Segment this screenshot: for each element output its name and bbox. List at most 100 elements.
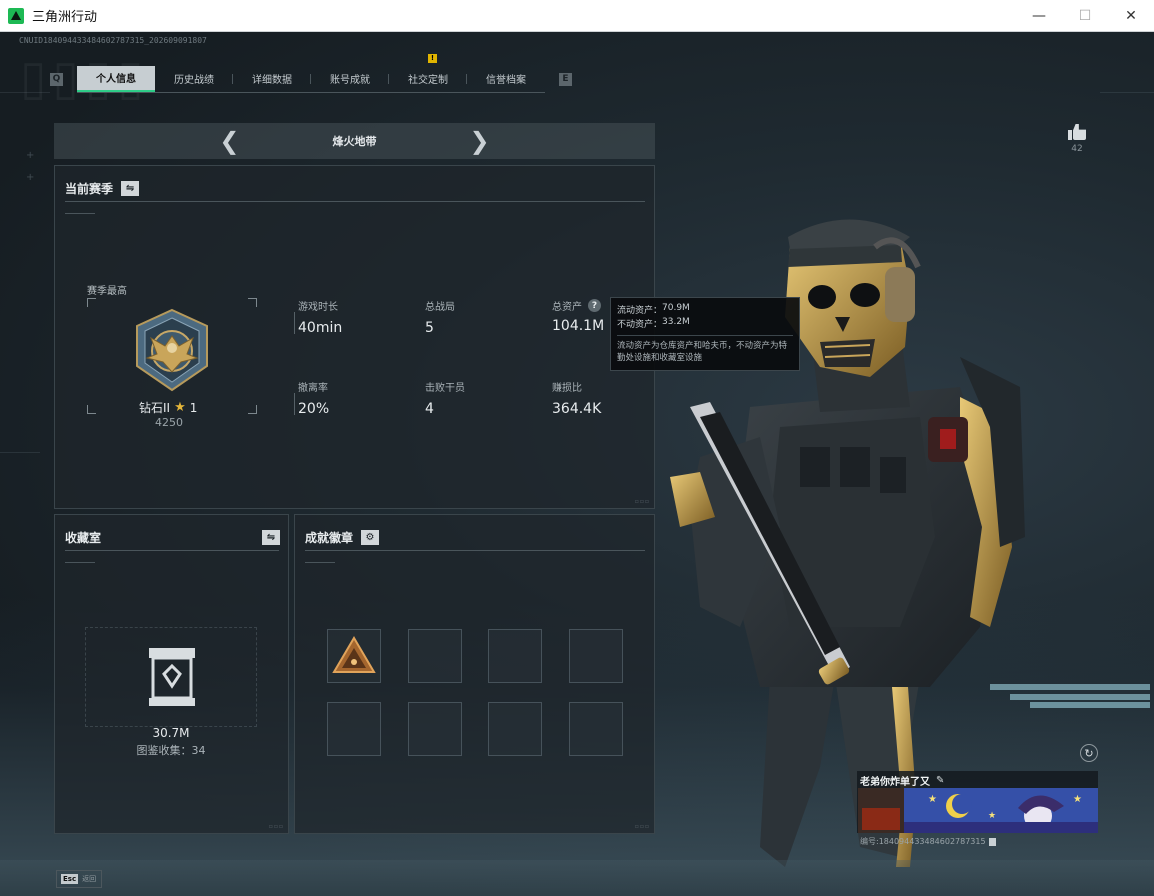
- badge-slot[interactable]: [327, 702, 381, 756]
- stat-label: 总战局: [425, 302, 455, 313]
- stat-value: 20%: [298, 401, 330, 417]
- badge-slot[interactable]: [408, 629, 462, 683]
- badges-panel-title: 成就徽章: [305, 531, 354, 545]
- deco-line: [1100, 92, 1154, 93]
- stat-label: 总资产: [552, 302, 582, 313]
- notification-badge: !: [428, 53, 437, 63]
- panel-subline: [65, 562, 95, 563]
- maximize-button[interactable]: ☐: [1062, 0, 1108, 32]
- edit-pencil-icon[interactable]: ✎: [936, 775, 944, 786]
- tab-list: 个人信息 历史战绩 详细数据 账号成就 ! 社交定制 信誉档案: [77, 53, 545, 93]
- deco-line: [0, 92, 50, 93]
- deco-cross: +: [26, 150, 35, 161]
- stat-total-matches: 总战局 5: [425, 298, 455, 336]
- tab-reputation[interactable]: 信誉档案: [467, 66, 545, 92]
- deco-cross: +: [26, 172, 35, 183]
- tab-label: 账号成就: [330, 75, 370, 86]
- player-name-card[interactable]: 老弟你炸单了又 ✎ ★ ★ ★: [857, 771, 1098, 833]
- stat-label: 赚损比: [552, 383, 582, 394]
- next-map-button[interactable]: ❯: [470, 129, 490, 153]
- window-title: 三角洲行动: [32, 10, 98, 25]
- tab-prev-key[interactable]: Q: [50, 72, 63, 86]
- esc-key: Esc: [61, 874, 79, 884]
- help-icon[interactable]: ?: [588, 299, 601, 312]
- tab-achievements[interactable]: 账号成就: [311, 66, 389, 92]
- player-id: 编号:184094433484602787315: [860, 836, 996, 847]
- stat-value: 364.4K: [552, 401, 602, 417]
- switch-icon[interactable]: ⇋: [121, 181, 140, 196]
- stat-value: 104.1M: [552, 318, 605, 334]
- tab-personal-info[interactable]: 个人信息: [77, 65, 155, 92]
- minimize-button[interactable]: —: [1016, 0, 1062, 32]
- tab-next-key[interactable]: E: [559, 72, 572, 86]
- tab-label: 详细数据: [252, 75, 292, 86]
- tab-history[interactable]: 历史战绩: [155, 66, 233, 92]
- stat-extraction-rate: 撤离率 20%: [294, 379, 330, 417]
- window-controls: — ☐ ✕: [1016, 0, 1154, 32]
- badge-slot[interactable]: [569, 629, 623, 683]
- prev-map-button[interactable]: ❮: [219, 129, 239, 153]
- back-label: 返回: [82, 875, 97, 883]
- collection-panel: 收藏室 ⇋ 30.7M 图鉴收集：34 ▫▫▫: [54, 514, 289, 834]
- stat-label-row: 总资产 ?: [552, 298, 604, 313]
- tab-label: 个人信息: [96, 74, 136, 85]
- rank-score: 4250: [155, 416, 183, 429]
- app-logo-icon: [8, 7, 24, 24]
- switch-icon[interactable]: ⇋: [262, 530, 280, 545]
- season-panel-header: 当前赛季 ⇋: [65, 180, 140, 197]
- achievement-badges-panel: 成就徽章 ⚙ ▫▫▫: [294, 514, 655, 834]
- collection-count: 图鉴收集：34: [136, 744, 206, 757]
- close-button[interactable]: ✕: [1108, 0, 1154, 32]
- refresh-icon[interactable]: ↻: [1080, 744, 1098, 762]
- svg-text:★: ★: [1073, 794, 1082, 805]
- stat-value: 5: [425, 320, 434, 336]
- panel-corner-dots: ▫▫▫: [634, 823, 650, 830]
- gear-icon[interactable]: ⚙: [361, 530, 380, 545]
- copy-icon[interactable]: [988, 837, 996, 846]
- cnuid-text: CNUID184094433484602787315_202609091807: [19, 36, 207, 45]
- back-button[interactable]: Esc 返回: [56, 870, 102, 888]
- panel-divider: [305, 550, 645, 551]
- diamond-rank-emblem-icon: [136, 308, 208, 392]
- season-panel: 当前赛季 ⇋ 赛季最高 钻石II ★ 1 4250 游戏时长 40min 总战局…: [54, 165, 655, 509]
- stat-label: 击败干员: [425, 383, 465, 394]
- stat-operators-killed: 击败干员 4: [425, 379, 465, 417]
- collection-panel-title: 收藏室: [65, 531, 102, 545]
- badge-slot[interactable]: [488, 629, 542, 683]
- badges-panel-header: 成就徽章 ⚙: [305, 529, 380, 546]
- tooltip-fixed-value: 33.2M: [662, 317, 690, 327]
- thumbs-up-icon: [1068, 124, 1086, 140]
- badge-slot[interactable]: [327, 629, 381, 683]
- stat-profit-loss-ratio: 赚损比 364.4K: [552, 379, 601, 417]
- svg-text:★: ★: [988, 811, 996, 821]
- tooltip-liquid-value: 70.9M: [662, 303, 690, 313]
- tooltip-divider: [617, 335, 793, 336]
- deco-line: [0, 452, 40, 453]
- player-name-row: 老弟你炸单了又 ✎: [860, 773, 944, 788]
- season-best-label: 赛季最高: [87, 286, 127, 297]
- tooltip-liquid-row: 流动资产： 70.9M: [617, 303, 793, 317]
- tab-label: 信誉档案: [486, 75, 526, 86]
- stat-label: 游戏时长: [298, 302, 338, 313]
- stat-label: 撤离率: [298, 383, 328, 394]
- star-icon: ★: [174, 400, 186, 415]
- tab-detailed-data[interactable]: 详细数据: [233, 66, 311, 92]
- badge-slot[interactable]: [408, 702, 462, 756]
- svg-text:★: ★: [928, 794, 937, 805]
- collection-value: 30.7M: [152, 726, 190, 740]
- rank-stars: 1: [189, 400, 198, 415]
- like-button[interactable]: 42: [1067, 124, 1087, 154]
- tooltip-liquid-label: 流动资产：: [617, 306, 663, 316]
- player-card-banner-image: ★ ★ ★: [858, 788, 1098, 833]
- badge-slot[interactable]: [569, 702, 623, 756]
- badge-slot[interactable]: [488, 702, 542, 756]
- window-titlebar: 三角洲行动 — ☐ ✕: [0, 0, 1154, 32]
- panel-subline: [305, 562, 335, 563]
- season-panel-title: 当前赛季: [65, 182, 114, 196]
- assets-tooltip: 流动资产： 70.9M 不动资产： 33.2M 流动资产为仓库资产和哈夫币，不动…: [610, 297, 800, 371]
- tab-social-custom[interactable]: ! 社交定制: [389, 53, 467, 92]
- player-id-text: 编号:184094433484602787315: [860, 837, 986, 846]
- tab-bar: Q 个人信息 历史战绩 详细数据 账号成就 ! 社交定制 信誉档案 E: [50, 53, 572, 93]
- panel-corner-dots: ▫▫▫: [268, 823, 284, 830]
- panel-subline: [65, 213, 95, 214]
